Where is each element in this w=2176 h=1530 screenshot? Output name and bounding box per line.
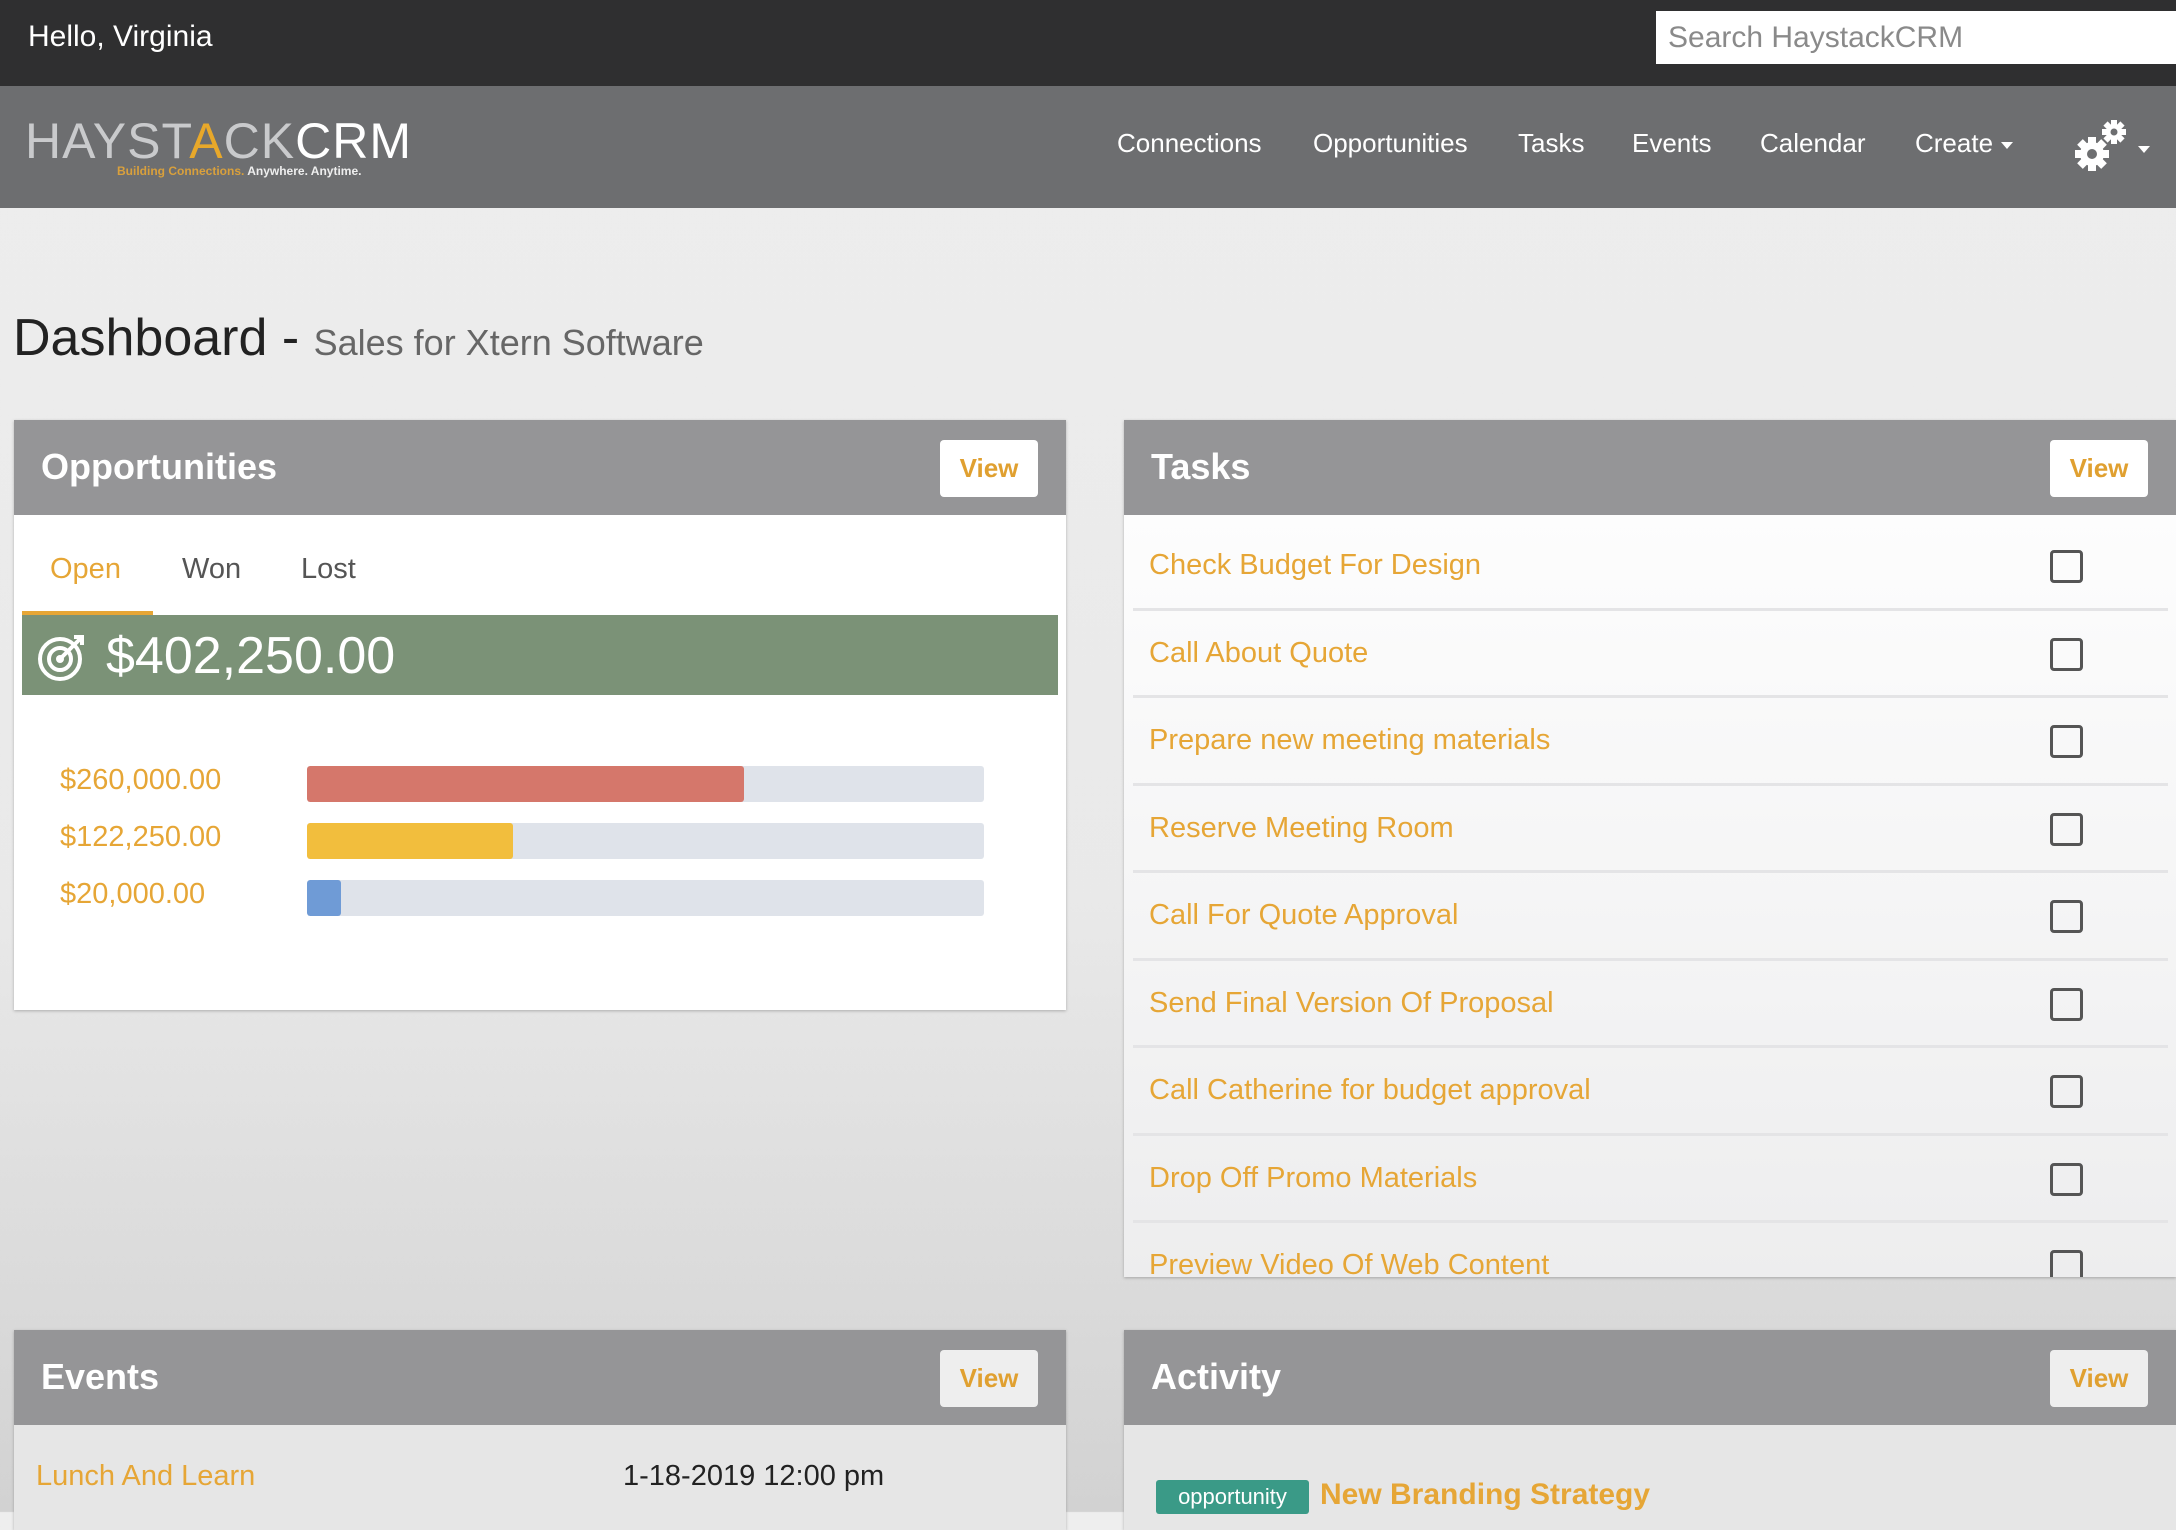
task-checkbox[interactable]: [2050, 1250, 2083, 1277]
create-label: Create: [1915, 128, 1994, 158]
logo-text-bold: CRM: [295, 113, 412, 169]
task-item: Preview Video Of Web Content: [1124, 1223, 2176, 1277]
task-label[interactable]: Reserve Meeting Room: [1149, 812, 1454, 845]
tasks-panel: Tasks View Check Budget For Design Call A…: [1124, 420, 2176, 1277]
progress-fill: [307, 766, 745, 802]
tab-open[interactable]: Open: [50, 553, 121, 586]
progress-fill: [307, 880, 341, 916]
progress-track: [307, 880, 984, 916]
panel-header: Activity View: [1124, 1330, 2176, 1425]
activity-title[interactable]: New Branding Strategy: [1320, 1478, 1650, 1512]
panel-title: Activity: [1151, 1356, 1282, 1397]
task-item: Call Catherine for budget approval: [1124, 1048, 2176, 1136]
nav-create[interactable]: Create: [1915, 128, 2014, 159]
activity-type-badge: opportunity: [1156, 1480, 1309, 1514]
panel-header: Opportunities View: [14, 420, 1066, 515]
task-checkbox[interactable]: [2050, 1075, 2083, 1108]
task-item: Check Budget For Design: [1124, 523, 2176, 611]
progress-track: [307, 823, 984, 859]
search-input[interactable]: [1656, 11, 2176, 64]
panel-header: Events View: [14, 1330, 1066, 1425]
task-label[interactable]: Check Budget For Design: [1149, 549, 1481, 582]
task-label[interactable]: Drop Off Promo Materials: [1149, 1162, 1477, 1195]
nav-connections[interactable]: Connections: [1117, 128, 1262, 159]
opportunities-panel: Opportunities View: [14, 420, 1066, 1010]
task-checkbox[interactable]: [2050, 637, 2083, 671]
open-total-bar: $402,250.00: [22, 615, 1058, 695]
panel-title: Events: [41, 1356, 160, 1397]
task-item: Call About Quote: [1124, 611, 2176, 698]
opportunity-amount: $260,000.00: [60, 764, 222, 796]
event-date: 1-18-2019 12:00 pm: [623, 1460, 885, 1492]
page-subtitle: Sales for Xtern Software: [313, 322, 704, 363]
logo-text: HAYST: [25, 113, 190, 169]
activity-panel: Activity View opportunity New Branding S…: [1124, 1330, 2176, 1530]
panel-header: Tasks View: [1124, 420, 2176, 515]
page-title-text: Dashboard: [13, 309, 268, 367]
task-item: Call For Quote Approval: [1124, 873, 2176, 961]
opportunity-amount: $122,250.00: [60, 821, 222, 853]
task-checkbox[interactable]: [2050, 812, 2083, 846]
panel-title: Opportunities: [41, 446, 277, 487]
task-item: Send Final Version Of Proposal: [1124, 961, 2176, 1048]
logo-tagline: Anywhere. Anytime.: [247, 164, 362, 178]
settings-menu[interactable]: [2074, 116, 2164, 181]
logo[interactable]: HAYSTACKCRM Building Connections. Anywhe…: [25, 112, 411, 184]
title-separator: -: [267, 309, 314, 367]
gears-icon: [2075, 120, 2150, 171]
progress-fill: [307, 823, 513, 859]
event-name[interactable]: Lunch And Learn: [36, 1460, 255, 1493]
view-opportunities-button[interactable]: View: [940, 440, 1038, 497]
tab-won[interactable]: Won: [182, 553, 241, 586]
view-activity-button[interactable]: View: [2050, 1350, 2148, 1407]
tab-lost[interactable]: Lost: [301, 553, 356, 586]
view-tasks-button[interactable]: View: [2050, 440, 2148, 497]
task-checkbox[interactable]: [2050, 900, 2083, 933]
top-bar: Hello, Virginia: [0, 0, 2176, 86]
task-label[interactable]: Prepare new meeting materials: [1149, 724, 1550, 757]
events-panel: Events View Lunch And Learn 1-18-2019 12…: [14, 1330, 1066, 1530]
caret-down-icon: [2001, 141, 2014, 149]
task-checkbox[interactable]: [2050, 550, 2083, 583]
task-checkbox[interactable]: [2050, 725, 2083, 758]
logo-text: CK: [223, 113, 296, 169]
task-checkbox[interactable]: [2050, 1162, 2083, 1196]
task-label[interactable]: Send Final Version Of Proposal: [1149, 987, 1554, 1020]
logo-tagline: Building Connections.: [117, 164, 245, 178]
task-label[interactable]: Call Catherine for budget approval: [1149, 1074, 1591, 1107]
opportunity-amount: $20,000.00: [60, 878, 206, 910]
target-icon: [38, 635, 84, 681]
task-checkbox[interactable]: [2050, 987, 2083, 1021]
logo-accent: A: [189, 113, 224, 169]
greeting: Hello, Virginia: [28, 20, 213, 53]
nav-events[interactable]: Events: [1632, 128, 1712, 159]
task-label[interactable]: Call About Quote: [1149, 637, 1368, 670]
nav-opportunities[interactable]: Opportunities: [1313, 128, 1468, 159]
page-title: Dashboard - Sales for Xtern Software: [13, 308, 704, 368]
task-label[interactable]: Preview Video Of Web Content: [1149, 1249, 1549, 1277]
task-label[interactable]: Call For Quote Approval: [1149, 899, 1458, 932]
task-item: Reserve Meeting Room: [1124, 786, 2176, 873]
open-total-amount: $402,250.00: [106, 627, 396, 685]
task-item: Drop Off Promo Materials: [1124, 1136, 2176, 1223]
panel-title: Tasks: [1151, 446, 1251, 487]
nav-calendar[interactable]: Calendar: [1760, 128, 1866, 159]
task-item: Prepare new meeting materials: [1124, 698, 2176, 786]
nav-tasks[interactable]: Tasks: [1518, 128, 1584, 159]
progress-track: [307, 766, 984, 802]
view-events-button[interactable]: View: [940, 1350, 1038, 1407]
